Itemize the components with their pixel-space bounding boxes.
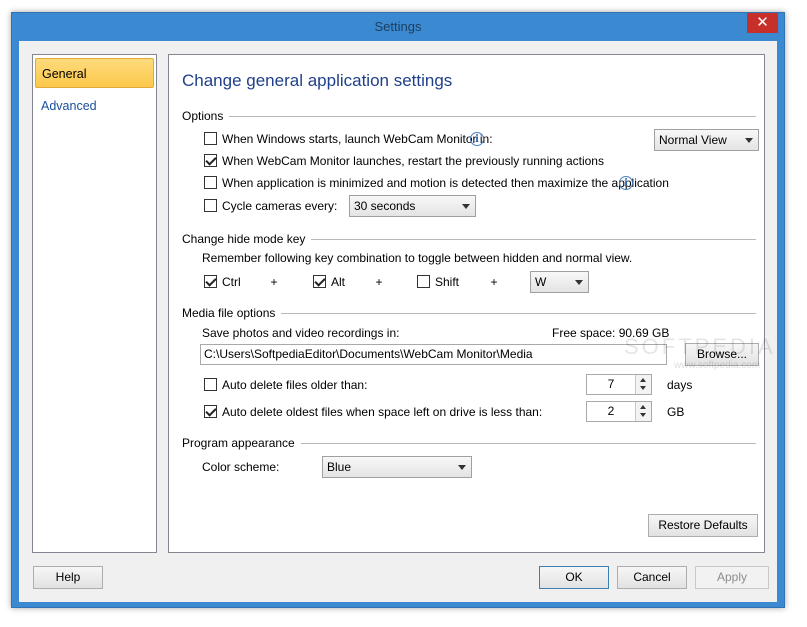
auto-delete-space-checkbox[interactable]: [204, 405, 217, 418]
save-path-input[interactable]: C:\Users\SoftpediaEditor\Documents\WebCa…: [200, 344, 667, 365]
restart-actions-checkbox[interactable]: [204, 154, 217, 167]
color-scheme-label: Color scheme:: [202, 460, 280, 474]
restore-defaults-button[interactable]: Restore Defaults: [648, 514, 758, 537]
media-section-label: Media file options: [182, 306, 282, 320]
cycle-interval-value: 30 seconds: [354, 199, 416, 213]
page-title: Change general application settings: [182, 71, 453, 90]
gb-stepper-buttons[interactable]: [635, 402, 651, 421]
maximize-on-motion-label: When application is minimized and motion…: [222, 176, 669, 190]
launch-info-icon[interactable]: i: [470, 132, 484, 146]
auto-delete-old-label: Auto delete files older than:: [222, 378, 368, 392]
options-section-header: Options: [182, 109, 756, 123]
arrow-up-icon[interactable]: [640, 405, 646, 409]
chevron-down-icon: [462, 204, 470, 209]
launch-on-startup-label: When Windows starts, launch WebCam Monit…: [222, 132, 493, 146]
apply-button[interactable]: Apply: [695, 566, 769, 589]
title-bar[interactable]: Settings ✕: [12, 13, 784, 41]
plus-sign: +: [270, 275, 278, 289]
hotkey-dropdown[interactable]: W: [530, 271, 589, 293]
arrow-up-icon[interactable]: [640, 378, 646, 382]
view-mode-value: Normal View: [659, 133, 727, 147]
maximize-on-motion-checkbox[interactable]: [204, 176, 217, 189]
hotkey-value: W: [535, 275, 547, 289]
plus-sign: +: [490, 275, 498, 289]
settings-sidebar: General Advanced: [32, 54, 157, 553]
launch-on-startup-checkbox[interactable]: [204, 132, 217, 145]
media-section-header: Media file options: [182, 306, 756, 320]
hide-mode-section-label: Change hide mode key: [182, 232, 312, 246]
ctrl-label: Ctrl: [222, 275, 241, 289]
days-stepper-buttons[interactable]: [635, 375, 651, 394]
cancel-button[interactable]: Cancel: [617, 566, 687, 589]
days-value: 7: [607, 377, 615, 391]
chevron-down-icon: [458, 465, 466, 470]
general-settings-panel: Change general application settings Opti…: [168, 54, 773, 553]
save-location-label: Save photos and video recordings in:: [202, 326, 400, 340]
arrow-down-icon[interactable]: [640, 386, 646, 390]
ctrl-checkbox[interactable]: [204, 275, 217, 288]
color-scheme-value: Blue: [327, 460, 352, 474]
days-stepper[interactable]: 7: [586, 374, 652, 395]
gb-value: 2: [607, 404, 615, 418]
cycle-cameras-label: Cycle cameras every:: [222, 199, 338, 213]
ok-button[interactable]: OK: [539, 566, 609, 589]
alt-label: Alt: [331, 275, 346, 289]
help-button[interactable]: Help: [33, 566, 103, 589]
shift-label: Shift: [435, 275, 460, 289]
close-button[interactable]: ✕: [747, 13, 778, 33]
softpedia-watermark-url: www.softpedia.com: [674, 360, 761, 371]
hide-mode-section-header: Change hide mode key: [182, 232, 756, 246]
appearance-section-label: Program appearance: [182, 436, 301, 450]
view-mode-dropdown[interactable]: Normal View: [654, 129, 759, 151]
plus-sign: +: [375, 275, 383, 289]
maximize-info-icon[interactable]: i: [619, 176, 633, 190]
dialog-client-area: General Advanced Change general applicat…: [19, 41, 777, 602]
window-title: Settings: [374, 19, 422, 34]
close-icon: ✕: [756, 13, 769, 31]
gb-stepper[interactable]: 2: [586, 401, 652, 422]
chevron-down-icon: [575, 280, 583, 285]
appearance-section-header: Program appearance: [182, 436, 756, 450]
arrow-down-icon[interactable]: [640, 413, 646, 417]
cycle-cameras-checkbox[interactable]: [204, 199, 217, 212]
restart-actions-label: When WebCam Monitor launches, restart th…: [222, 154, 604, 168]
auto-delete-space-label: Auto delete oldest files when space left…: [222, 405, 543, 419]
sidebar-item-general[interactable]: General: [35, 58, 154, 88]
settings-window: Settings ✕ General Advanced Change gener…: [11, 12, 785, 608]
alt-checkbox[interactable]: [313, 275, 326, 288]
cycle-interval-dropdown[interactable]: 30 seconds: [349, 195, 476, 217]
shift-checkbox[interactable]: [417, 275, 430, 288]
auto-delete-old-checkbox[interactable]: [204, 378, 217, 391]
softpedia-watermark: SOFTPEDIA: [624, 334, 776, 359]
chevron-down-icon: [745, 138, 753, 143]
days-unit-label: days: [667, 378, 693, 392]
options-section-label: Options: [182, 109, 230, 123]
color-scheme-dropdown[interactable]: Blue: [322, 456, 472, 478]
sidebar-item-advanced[interactable]: Advanced: [35, 91, 154, 121]
gb-unit-label: GB: [667, 405, 685, 419]
hide-mode-description: Remember following key combination to to…: [202, 251, 633, 265]
